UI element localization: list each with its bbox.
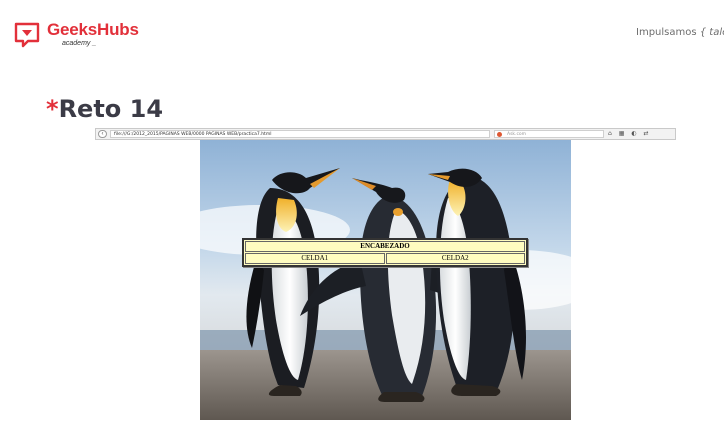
home-icon[interactable]: ⌂ [608,130,612,137]
toolbar-icons: ⌂ ▦ ◐ ⇄ [608,129,654,139]
slide-title: *Reto 14 [46,95,163,123]
table-header-cell: ENCABEZADO [245,241,525,252]
penguins-image [200,140,571,420]
back-icon[interactable]: ‹ [98,130,107,138]
tagline-text: Impulsamos [636,27,700,38]
address-bar[interactable]: file:///G:/2012_2015/PAGINAS WEB/0000 PA… [110,130,490,138]
html-table: ENCABEZADO CELDA1 CELDA2 [242,238,528,267]
tagline: Impulsamos { talent [636,27,724,38]
title-text: Reto 14 [58,95,164,123]
table-cell-2: CELDA2 [385,253,525,264]
logo: GeeksHubs academy _ [14,20,174,50]
search-placeholder: Ask.com [507,132,527,137]
title-star: * [46,95,59,123]
logo-subtitle: academy _ [62,40,97,47]
tagline-brace: { talent [699,27,724,38]
table-cell-1: CELDA1 [245,253,385,264]
geekshubs-logo-icon [14,22,40,48]
logo-name: GeeksHubs [47,20,139,39]
addons-icon[interactable]: ◐ [631,130,636,137]
browser-viewport: ENCABEZADO CELDA1 CELDA2 [200,140,571,420]
bookmarks-icon[interactable]: ▦ [619,130,625,137]
search-box[interactable]: Ask.com [494,130,604,138]
browser-toolbar: ‹ file:///G:/2012_2015/PAGINAS WEB/0000 … [95,128,676,140]
sync-icon[interactable]: ⇄ [644,130,649,137]
search-engine-icon [497,132,502,137]
